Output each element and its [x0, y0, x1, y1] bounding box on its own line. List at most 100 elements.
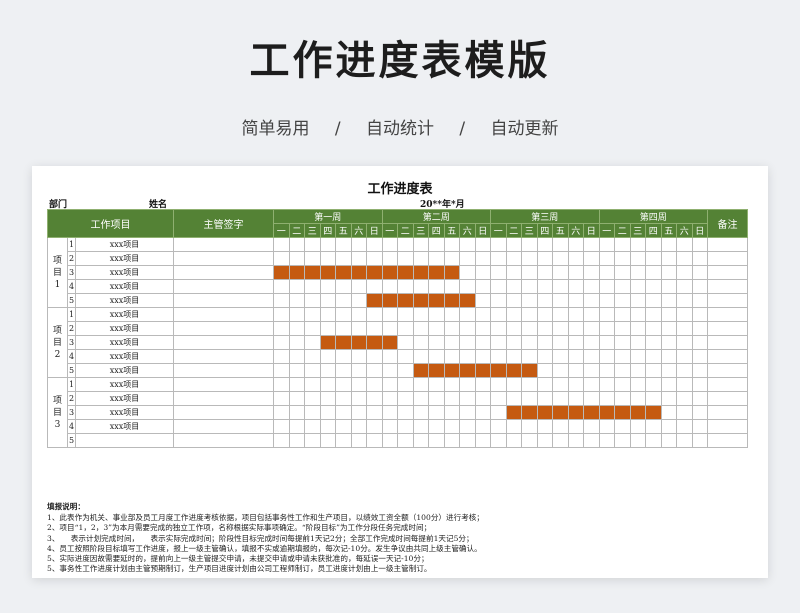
day-cell[interactable]	[583, 237, 600, 252]
progress-bar-cell[interactable]	[412, 363, 429, 378]
day-cell[interactable]	[288, 419, 305, 434]
progress-bar-cell[interactable]	[350, 335, 367, 350]
day-cell[interactable]	[350, 377, 367, 392]
day-cell[interactable]	[660, 321, 677, 336]
day-cell[interactable]	[397, 307, 414, 322]
day-cell[interactable]	[350, 237, 367, 252]
day-cell[interactable]	[521, 335, 538, 350]
day-cell[interactable]	[366, 307, 383, 322]
item-name[interactable]: xxx项目	[75, 349, 174, 364]
day-cell[interactable]	[428, 237, 445, 252]
day-cell[interactable]	[350, 279, 367, 294]
remark-cell[interactable]	[707, 321, 748, 336]
day-cell[interactable]	[536, 279, 553, 294]
remark-cell[interactable]	[707, 279, 748, 294]
day-cell[interactable]	[567, 321, 584, 336]
day-cell[interactable]	[381, 377, 398, 392]
day-cell[interactable]	[660, 251, 677, 266]
day-cell[interactable]	[490, 433, 507, 448]
progress-bar-cell[interactable]	[366, 335, 383, 350]
day-cell[interactable]	[614, 307, 631, 322]
day-cell[interactable]	[598, 237, 615, 252]
day-cell[interactable]	[490, 405, 507, 420]
day-cell[interactable]	[691, 307, 708, 322]
item-name[interactable]: xxx项目	[75, 265, 174, 280]
day-cell[interactable]	[505, 335, 522, 350]
day-cell[interactable]	[521, 391, 538, 406]
day-cell[interactable]	[567, 377, 584, 392]
progress-bar-cell[interactable]	[366, 265, 383, 280]
day-cell[interactable]	[660, 265, 677, 280]
day-cell[interactable]	[335, 377, 352, 392]
day-cell[interactable]	[645, 349, 662, 364]
day-cell[interactable]	[304, 237, 321, 252]
day-cell[interactable]	[490, 265, 507, 280]
day-cell[interactable]	[273, 377, 290, 392]
item-name[interactable]: xxx项目	[75, 321, 174, 336]
day-cell[interactable]	[397, 433, 414, 448]
day-cell[interactable]	[660, 279, 677, 294]
day-cell[interactable]	[428, 307, 445, 322]
day-cell[interactable]	[567, 349, 584, 364]
day-cell[interactable]	[521, 419, 538, 434]
day-cell[interactable]	[381, 419, 398, 434]
remark-cell[interactable]	[707, 251, 748, 266]
day-cell[interactable]	[645, 377, 662, 392]
day-cell[interactable]	[273, 433, 290, 448]
remark-cell[interactable]	[707, 377, 748, 392]
day-cell[interactable]	[521, 251, 538, 266]
day-cell[interactable]	[614, 349, 631, 364]
day-cell[interactable]	[366, 251, 383, 266]
day-cell[interactable]	[366, 349, 383, 364]
day-cell[interactable]	[459, 405, 476, 420]
day-cell[interactable]	[614, 237, 631, 252]
day-cell[interactable]	[614, 377, 631, 392]
day-cell[interactable]	[567, 237, 584, 252]
day-cell[interactable]	[319, 237, 336, 252]
day-cell[interactable]	[660, 237, 677, 252]
day-cell[interactable]	[397, 363, 414, 378]
day-cell[interactable]	[583, 433, 600, 448]
day-cell[interactable]	[428, 335, 445, 350]
progress-bar-cell[interactable]	[381, 293, 398, 308]
day-cell[interactable]	[536, 251, 553, 266]
day-cell[interactable]	[676, 321, 693, 336]
day-cell[interactable]	[691, 349, 708, 364]
day-cell[interactable]	[273, 405, 290, 420]
day-cell[interactable]	[273, 237, 290, 252]
day-cell[interactable]	[412, 349, 429, 364]
day-cell[interactable]	[691, 265, 708, 280]
supervisor-cell[interactable]	[173, 335, 274, 350]
day-cell[interactable]	[412, 377, 429, 392]
day-cell[interactable]	[304, 251, 321, 266]
progress-bar-cell[interactable]	[428, 363, 445, 378]
day-cell[interactable]	[319, 307, 336, 322]
day-cell[interactable]	[350, 293, 367, 308]
day-cell[interactable]	[645, 391, 662, 406]
progress-bar-cell[interactable]	[614, 405, 631, 420]
day-cell[interactable]	[490, 321, 507, 336]
day-cell[interactable]	[583, 251, 600, 266]
day-cell[interactable]	[583, 391, 600, 406]
day-cell[interactable]	[304, 419, 321, 434]
day-cell[interactable]	[536, 419, 553, 434]
day-cell[interactable]	[474, 405, 491, 420]
day-cell[interactable]	[490, 237, 507, 252]
day-cell[interactable]	[288, 433, 305, 448]
progress-bar-cell[interactable]	[521, 363, 538, 378]
day-cell[interactable]	[304, 405, 321, 420]
day-cell[interactable]	[660, 419, 677, 434]
progress-bar-cell[interactable]	[645, 405, 662, 420]
day-cell[interactable]	[676, 237, 693, 252]
progress-bar-cell[interactable]	[412, 265, 429, 280]
day-cell[interactable]	[490, 293, 507, 308]
day-cell[interactable]	[288, 405, 305, 420]
remark-cell[interactable]	[707, 363, 748, 378]
day-cell[interactable]	[567, 279, 584, 294]
day-cell[interactable]	[691, 237, 708, 252]
day-cell[interactable]	[536, 363, 553, 378]
day-cell[interactable]	[428, 279, 445, 294]
day-cell[interactable]	[676, 377, 693, 392]
supervisor-cell[interactable]	[173, 251, 274, 266]
day-cell[interactable]	[629, 335, 646, 350]
